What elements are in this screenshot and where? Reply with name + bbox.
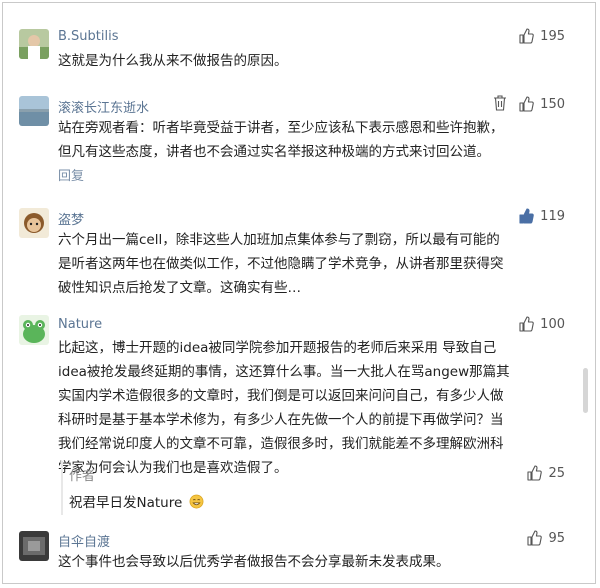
comment-text: 这个事件也会导致以后优秀学者做报告不会分享最新未发表成果。 [58, 554, 450, 570]
username[interactable]: 盗梦 [58, 209, 84, 228]
like-count: 25 [548, 465, 565, 481]
avatar[interactable] [19, 208, 49, 238]
username[interactable]: 自伞自渡 [58, 531, 110, 550]
like-count: 150 [540, 96, 565, 112]
like-button[interactable]: 150 [518, 96, 565, 112]
reply-link[interactable]: 回复 [58, 165, 84, 184]
smile-emoji-icon [189, 494, 204, 509]
author-reply-text: 祝君早日发Nature [69, 491, 204, 511]
like-button[interactable]: 195 [518, 28, 565, 44]
thumbs-up-icon [527, 530, 543, 546]
like-button[interactable]: 25 [526, 465, 565, 481]
comment-text: 站在旁观者看：听者毕竟受益于讲者，至少应该私下表示感恩和些许抱歉， 但凡有这些态… [58, 120, 504, 160]
avatar[interactable] [19, 531, 49, 561]
comment-list: B.Subtilis 195 这就是为什么我从来不做报告的原因。 滚滚长江东逝水… [2, 2, 596, 584]
thumbs-up-icon [519, 96, 534, 112]
username[interactable]: B.Subtilis [58, 29, 119, 44]
thumbs-up-icon [519, 28, 534, 44]
comment-text: 这就是为什么我从来不做报告的原因。 [58, 53, 288, 69]
avatar[interactable] [19, 29, 49, 59]
thumbs-up-icon [519, 316, 534, 332]
username[interactable]: 滚滚长江东逝水 [58, 97, 149, 116]
scrollbar-thumb[interactable] [583, 368, 588, 413]
like-button[interactable]: 100 [518, 316, 565, 332]
avatar[interactable] [19, 96, 49, 126]
like-count: 195 [540, 28, 565, 44]
author-reply: 作者 祝君早日发Nature [61, 461, 581, 515]
like-count: 100 [540, 316, 565, 332]
comment-text: 比起这，博士开题的idea被同学院参加开题报告的老师后来采用 导致自己 idea… [58, 340, 510, 476]
like-count: 95 [548, 530, 565, 546]
trash-icon[interactable] [493, 95, 507, 111]
username[interactable]: Nature [58, 317, 102, 332]
like-button[interactable]: 119 [518, 208, 565, 224]
comment-text: 六个月出一篇cell，除非这些人加班加点集体参与了剽窃，所以最有可能的 是听者这… [58, 232, 504, 296]
thumbs-up-icon [527, 465, 543, 481]
like-button[interactable]: 95 [526, 530, 565, 546]
like-count: 119 [540, 208, 565, 224]
thumbs-up-icon [519, 208, 534, 224]
avatar[interactable] [19, 315, 49, 345]
author-tag: 作者 [69, 469, 96, 484]
